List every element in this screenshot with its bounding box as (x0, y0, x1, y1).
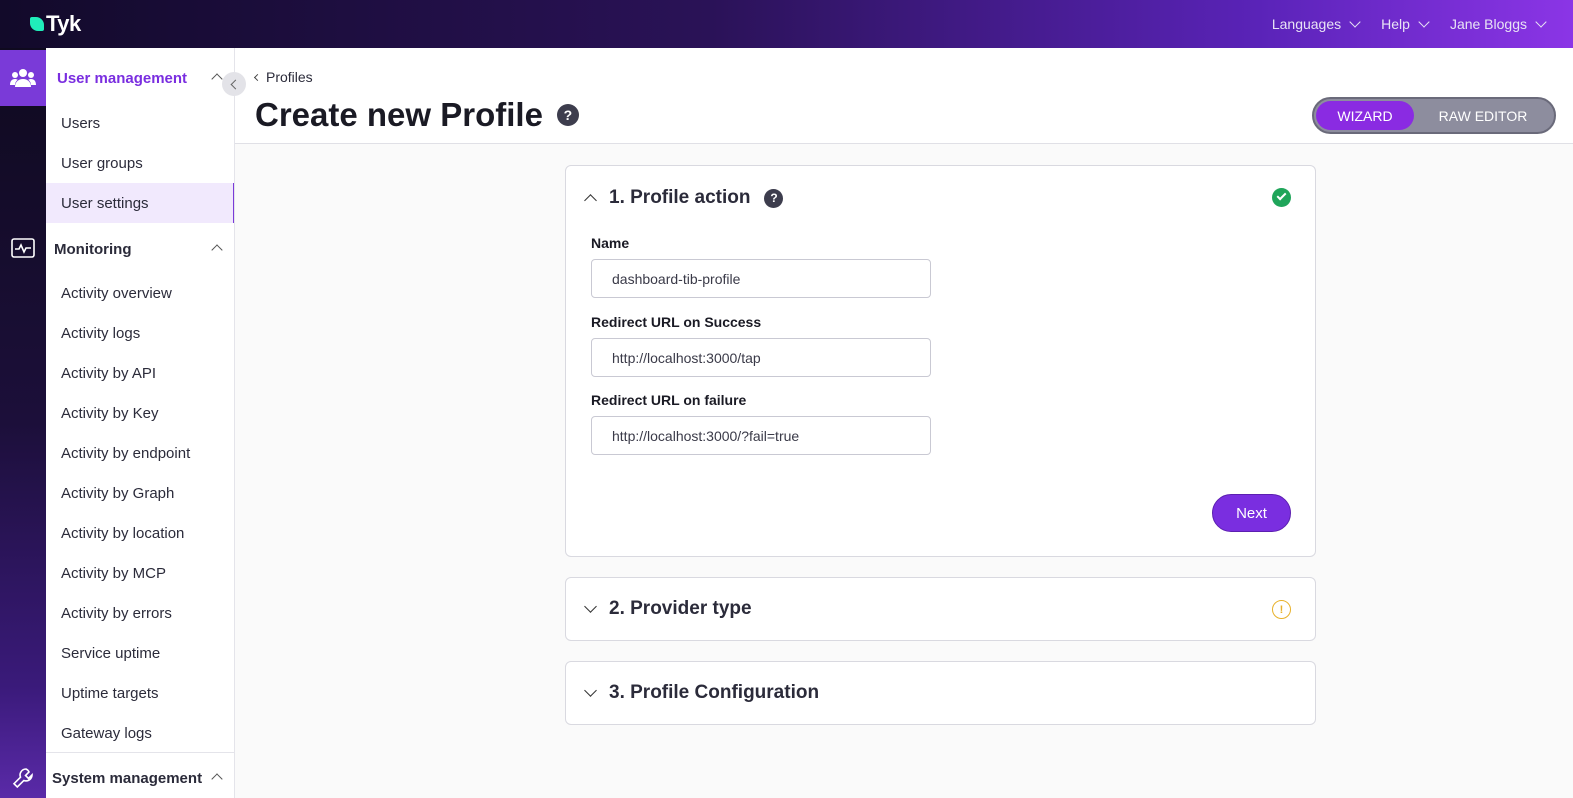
sidebar-item-users[interactable]: Users (46, 103, 234, 143)
sidebar-item-label: User settings (61, 194, 149, 212)
sidebar-item-label: Activity by Key (61, 404, 159, 422)
sidebar-item-label: Service uptime (61, 644, 161, 662)
chevron-left-icon (253, 73, 262, 81)
wrench-icon (12, 768, 33, 789)
chevron-up-icon (584, 194, 597, 207)
sidebar-item-activity-by-errors[interactable]: Activity by errors (46, 593, 234, 633)
editor-mode-toggle[interactable]: WIZARD RAW EDITOR (1312, 97, 1556, 134)
chevron-up-icon (211, 773, 223, 785)
sidebar-item-service-uptime[interactable]: Service uptime (46, 633, 234, 673)
sidebar-item-activity-by-api[interactable]: Activity by API (46, 353, 234, 393)
step-profile-configuration-header[interactable]: 3. Profile Configuration (584, 682, 820, 704)
help-icon[interactable]: ? (764, 188, 784, 208)
chevron-down-icon (584, 600, 597, 613)
page-header: Profiles Create new Profile ? WIZARD RAW… (235, 48, 1573, 144)
sidebar-divider (46, 752, 234, 753)
chevron-up-icon (211, 73, 223, 85)
languages-label: Languages (1271, 16, 1342, 32)
rail-item-system-management[interactable] (0, 750, 46, 798)
raw-editor-tab[interactable]: RAW EDITOR (1414, 101, 1552, 130)
sidebar-item-label: Activity by API (61, 364, 157, 382)
logo-text: Tyk (46, 11, 81, 36)
help-menu[interactable]: Help (1381, 16, 1430, 32)
step-title: 2. Provider type (609, 598, 752, 619)
page-title: Create new Profile ? (255, 96, 579, 134)
sidebar-item-label: Users (61, 114, 101, 132)
step-profile-action-header[interactable]: 1. Profile action ? (584, 187, 784, 209)
breadcrumb-profiles-link[interactable]: Profiles (266, 69, 313, 85)
next-button[interactable]: Next (1212, 494, 1291, 532)
top-bar: Tyk Languages Help Jane Bloggs (0, 0, 1573, 48)
step-provider-type-header[interactable]: 2. Provider type (584, 598, 752, 620)
step-provider-type-card[interactable]: 2. Provider type ! (565, 577, 1316, 641)
sidebar-item-label: Activity overview (61, 284, 172, 302)
sidebar-item-label: Activity by location (61, 524, 185, 542)
sidebar-item-activity-by-location[interactable]: Activity by location (46, 513, 234, 553)
wizard-tab[interactable]: WIZARD (1316, 101, 1414, 130)
page-title-text: Create new Profile (255, 96, 543, 133)
sidebar-section-user-management[interactable]: User management (46, 58, 234, 98)
name-input[interactable] (591, 259, 931, 298)
step-title: 3. Profile Configuration (609, 682, 820, 703)
name-label: Name (591, 235, 630, 251)
section-label: System management (52, 769, 203, 787)
sidebar-item-activity-by-endpoint[interactable]: Activity by endpoint (46, 433, 234, 473)
sidebar: User management Users User groups User s… (46, 48, 235, 798)
step-profile-action-card: 1. Profile action ? Name Redirect URL on… (565, 165, 1316, 557)
sidebar-item-label: Activity by errors (61, 604, 172, 622)
collapse-sidebar-button[interactable] (222, 72, 246, 96)
chevron-down-icon (1349, 16, 1361, 28)
sidebar-item-label: Activity by Graph (61, 484, 175, 502)
rail-item-user-management[interactable] (0, 50, 46, 106)
sidebar-item-label: Activity by MCP (61, 564, 167, 582)
chevron-left-icon (230, 79, 241, 89)
sidebar-item-label: User groups (61, 154, 143, 172)
sidebar-section-monitoring[interactable]: Monitoring (46, 229, 234, 269)
redirect-failure-label: Redirect URL on failure (591, 392, 747, 408)
sidebar-item-user-groups[interactable]: User groups (46, 143, 234, 183)
breadcrumb[interactable]: Profiles (253, 69, 313, 85)
sidebar-item-label: Uptime targets (61, 684, 159, 702)
user-name-label: Jane Bloggs (1449, 16, 1527, 32)
sidebar-item-activity-overview[interactable]: Activity overview (46, 273, 234, 313)
sidebar-item-user-settings[interactable]: User settings (46, 183, 234, 223)
help-label: Help (1381, 16, 1410, 32)
sidebar-section-system-management[interactable]: System management (46, 758, 234, 798)
user-menu[interactable]: Jane Bloggs (1449, 16, 1547, 32)
redirect-failure-input[interactable] (591, 416, 931, 455)
chevron-down-icon (1418, 16, 1430, 28)
sidebar-item-uptime-targets[interactable]: Uptime targets (46, 673, 234, 713)
chevron-down-icon (1535, 16, 1547, 28)
warning-glyph: ! (1279, 603, 1284, 616)
section-label: User management (57, 69, 188, 87)
monitoring-icon (11, 238, 35, 258)
warning-icon: ! (1272, 600, 1291, 619)
chevron-down-icon (584, 684, 597, 697)
sidebar-item-activity-by-graph[interactable]: Activity by Graph (46, 473, 234, 513)
rail-item-monitoring[interactable] (0, 220, 46, 276)
top-nav: Languages Help Jane Bloggs (1271, 0, 1547, 48)
tyk-logo[interactable]: Tyk (30, 11, 81, 37)
redirect-success-input[interactable] (591, 338, 931, 377)
sidebar-item-label: Gateway logs (61, 724, 152, 742)
sidebar-item-activity-logs[interactable]: Activity logs (46, 313, 234, 353)
sidebar-item-gateway-logs[interactable]: Gateway logs (46, 713, 234, 753)
sidebar-item-activity-by-key[interactable]: Activity by Key (46, 393, 234, 433)
check-circle-icon (1272, 188, 1291, 207)
sidebar-item-label: Activity by endpoint (61, 444, 191, 462)
languages-menu[interactable]: Languages (1271, 16, 1361, 32)
help-icon[interactable]: ? (556, 104, 579, 126)
section-label: Monitoring (54, 240, 132, 258)
sidebar-item-label: Activity logs (61, 324, 141, 342)
chevron-up-icon (211, 244, 223, 256)
icon-rail (0, 48, 46, 798)
sidebar-item-activity-by-mcp[interactable]: Activity by MCP (46, 553, 234, 593)
logo-mark-icon (30, 17, 44, 31)
step-title: 1. Profile action (609, 187, 751, 208)
step-profile-configuration-card[interactable]: 3. Profile Configuration (565, 661, 1316, 725)
redirect-success-label: Redirect URL on Success (591, 314, 762, 330)
users-icon (10, 69, 36, 87)
